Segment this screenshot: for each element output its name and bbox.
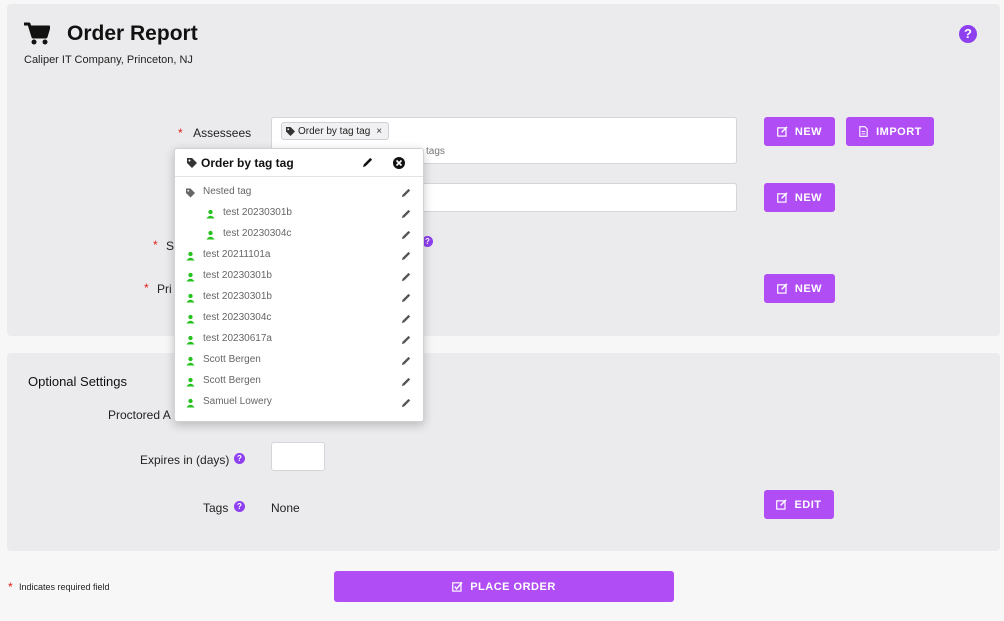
pencil-icon[interactable]: [401, 293, 411, 303]
popup-item-label: test 20230301b: [203, 270, 272, 281]
popup-title: Order by tag tag: [201, 156, 294, 170]
pencil-icon[interactable]: [401, 272, 411, 282]
pencil-icon[interactable]: [401, 335, 411, 345]
expires-label: Expires in (days): [140, 453, 230, 467]
check-square-icon: [452, 581, 463, 592]
edit-tags-button[interactable]: EDIT: [764, 490, 834, 519]
popup-item-label: test 20230301b: [203, 291, 272, 302]
popup-item-label: Scott Bergen: [203, 375, 261, 386]
popup-user-row[interactable]: Samuel Lowery: [175, 393, 423, 413]
file-icon: [859, 126, 868, 137]
popup-user-row[interactable]: test 20211101a: [175, 246, 423, 266]
pencil-icon[interactable]: [362, 157, 373, 168]
close-circle-icon[interactable]: [393, 157, 405, 169]
assessee-tag-chip[interactable]: Order by tag tag ×: [281, 122, 390, 140]
new-assessee-button[interactable]: NEW: [764, 117, 835, 146]
pencil-icon[interactable]: [401, 356, 411, 366]
edit-square-icon: [777, 192, 788, 203]
popup-user-row[interactable]: test 20230301b: [175, 204, 423, 224]
new-second-button[interactable]: NEW: [764, 183, 835, 212]
popup-user-row[interactable]: Scott Bergen: [175, 351, 423, 371]
popup-item-label: Scott Bergen: [203, 354, 261, 365]
popup-item-label: Nested tag: [203, 186, 252, 197]
pencil-icon[interactable]: [401, 209, 411, 219]
user-icon: [206, 230, 215, 240]
tags-value: None: [271, 501, 300, 515]
edit-square-icon: [777, 126, 788, 137]
required-marker: *: [153, 238, 158, 252]
popup-item-label: test 20230304c: [203, 312, 272, 323]
popup-header: Order by tag tag: [175, 149, 423, 177]
required-legend: Indicates required field: [19, 582, 110, 592]
optional-settings-heading: Optional Settings: [28, 374, 128, 389]
pencil-icon[interactable]: [401, 398, 411, 408]
popup-item-label: test 20230304c: [223, 228, 292, 239]
user-icon: [186, 251, 195, 261]
help-icon[interactable]: ?: [234, 501, 245, 512]
optional-settings-panel: [7, 353, 1000, 551]
proctored-label: Proctored A: [108, 408, 171, 422]
popup-user-row[interactable]: test 20230617a: [175, 330, 423, 350]
assessees-hint: tags: [426, 146, 445, 157]
tag-members-popup: Order by tag tag Nested tag test 20230301…: [174, 148, 424, 422]
popup-item-label: Samuel Lowery: [203, 396, 272, 407]
popup-user-row[interactable]: test 20230301b: [175, 288, 423, 308]
popup-user-row[interactable]: test 20230304c: [175, 309, 423, 329]
user-icon: [186, 356, 195, 366]
popup-item-label: test 20230617a: [203, 333, 272, 344]
tag-icon: [187, 158, 197, 168]
popup-user-row[interactable]: Scott Bergen: [175, 372, 423, 392]
tag-icon: [286, 126, 295, 136]
place-order-button[interactable]: PLACE ORDER: [334, 571, 674, 602]
required-marker: *: [8, 580, 13, 594]
pencil-icon[interactable]: [401, 230, 411, 240]
tag-icon: [186, 188, 195, 198]
popup-item-label: test 20230301b: [223, 207, 292, 218]
page-title: Order Report: [67, 22, 198, 45]
remove-chip-icon[interactable]: ×: [376, 126, 382, 137]
pencil-icon[interactable]: [401, 188, 411, 198]
help-icon[interactable]: ?: [959, 25, 977, 43]
user-icon: [186, 335, 195, 345]
user-icon: [186, 272, 195, 282]
required-marker: *: [178, 126, 183, 140]
user-icon: [186, 398, 195, 408]
pencil-icon[interactable]: [401, 251, 411, 261]
page-subtitle: Caliper IT Company, Princeton, NJ: [24, 54, 193, 66]
edit-square-icon: [777, 283, 788, 294]
popup-tag-row[interactable]: Nested tag: [175, 183, 423, 203]
new-third-button[interactable]: NEW: [764, 274, 835, 303]
import-button[interactable]: IMPORT: [846, 117, 934, 146]
user-icon: [186, 377, 195, 387]
second-field-label: S: [166, 239, 175, 253]
help-icon[interactable]: ?: [234, 453, 245, 464]
popup-user-row[interactable]: test 20230304c: [175, 225, 423, 245]
assessees-label: * Assessees: [178, 126, 252, 140]
edit-square-icon: [776, 499, 788, 510]
expires-days-input[interactable]: [271, 442, 325, 471]
popup-item-label: test 20211101a: [203, 249, 271, 260]
tags-label: Tags: [203, 501, 229, 515]
user-icon: [186, 293, 195, 303]
pencil-icon[interactable]: [401, 377, 411, 387]
third-field-label: Pri: [157, 282, 172, 296]
required-marker: *: [144, 281, 149, 295]
pencil-icon[interactable]: [401, 314, 411, 324]
user-icon: [206, 209, 215, 219]
user-icon: [186, 314, 195, 324]
popup-user-row[interactable]: test 20230301b: [175, 267, 423, 287]
shopping-cart-icon: [24, 22, 50, 45]
